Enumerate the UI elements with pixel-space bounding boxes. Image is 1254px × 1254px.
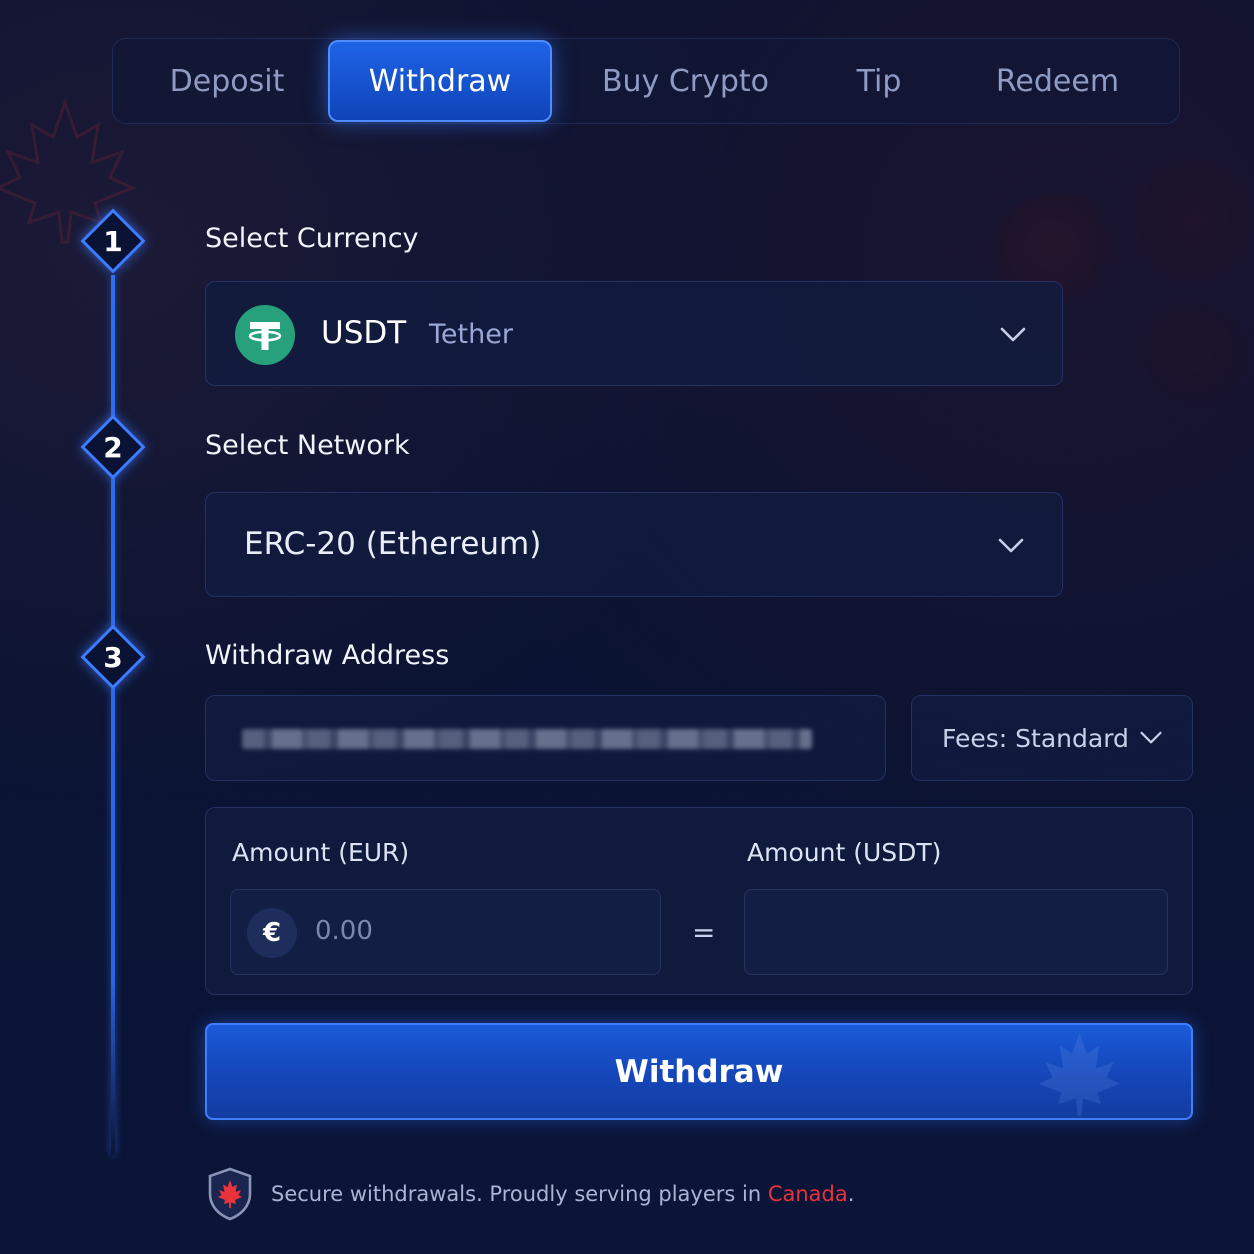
network-value: ERC-20 (Ethereum) xyxy=(244,526,542,562)
fees-select[interactable]: Fees: Standard xyxy=(911,695,1193,781)
tether-icon xyxy=(235,305,295,365)
withdraw-address-label: Withdraw Address xyxy=(205,640,450,671)
step-indicator-2: 2 xyxy=(80,414,146,480)
amount-eur-label: Amount (EUR) xyxy=(232,838,410,867)
amount-eur-input[interactable]: € 0.00 xyxy=(230,889,661,975)
currency-select[interactable]: USDT Tether xyxy=(205,281,1063,386)
casino-chip-decoration xyxy=(1135,295,1254,415)
withdraw-address-input[interactable] xyxy=(205,695,886,781)
stepper-rail xyxy=(111,275,115,1155)
tab-tip[interactable]: Tip xyxy=(829,39,929,123)
equals-sign: = xyxy=(692,916,716,949)
casino-chip-decoration xyxy=(1125,150,1254,290)
step-indicator-3: 3 xyxy=(80,624,146,690)
chevron-down-icon xyxy=(1140,731,1162,744)
currency-name: Tether xyxy=(429,319,513,350)
chevron-down-icon xyxy=(998,538,1024,553)
tab-deposit[interactable]: Deposit xyxy=(113,39,341,123)
step-number: 3 xyxy=(103,640,123,674)
step-indicator-1: 1 xyxy=(80,208,146,274)
euro-icon: € xyxy=(247,908,297,958)
network-select[interactable]: ERC-20 (Ethereum) xyxy=(205,492,1063,597)
fees-value: Fees: Standard xyxy=(942,724,1129,753)
footer-country-highlight: Canada xyxy=(767,1182,848,1206)
tab-bar: Deposit Withdraw Buy Crypto Tip Redeem xyxy=(112,38,1180,124)
currency-code: USDT xyxy=(321,315,407,351)
select-network-label: Select Network xyxy=(205,430,410,461)
chevron-down-icon xyxy=(1000,327,1026,342)
footer-text-end: . xyxy=(847,1182,855,1206)
maple-leaf-decoration-icon xyxy=(1039,1032,1120,1117)
redacted-address xyxy=(242,729,812,749)
shield-maple-leaf-icon xyxy=(208,1167,252,1221)
withdraw-button[interactable]: Withdraw xyxy=(205,1023,1193,1120)
tab-buy-crypto[interactable]: Buy Crypto xyxy=(583,39,788,123)
withdraw-button-label: Withdraw xyxy=(614,1053,784,1090)
footer-text-main: Secure withdrawals. Proudly serving play… xyxy=(271,1182,768,1206)
amount-usdt-input[interactable] xyxy=(744,889,1168,975)
amount-eur-value: 0.00 xyxy=(315,916,373,946)
select-currency-label: Select Currency xyxy=(205,223,419,254)
amount-section: Amount (EUR) Amount (USDT) € 0.00 = xyxy=(205,807,1193,995)
step-number: 1 xyxy=(103,224,123,258)
tab-withdraw[interactable]: Withdraw xyxy=(328,40,552,122)
footer-text: Secure withdrawals. Proudly serving play… xyxy=(271,1182,854,1206)
step-number: 2 xyxy=(103,430,123,464)
amount-usdt-label: Amount (USDT) xyxy=(747,838,942,867)
tab-redeem[interactable]: Redeem xyxy=(975,39,1140,123)
